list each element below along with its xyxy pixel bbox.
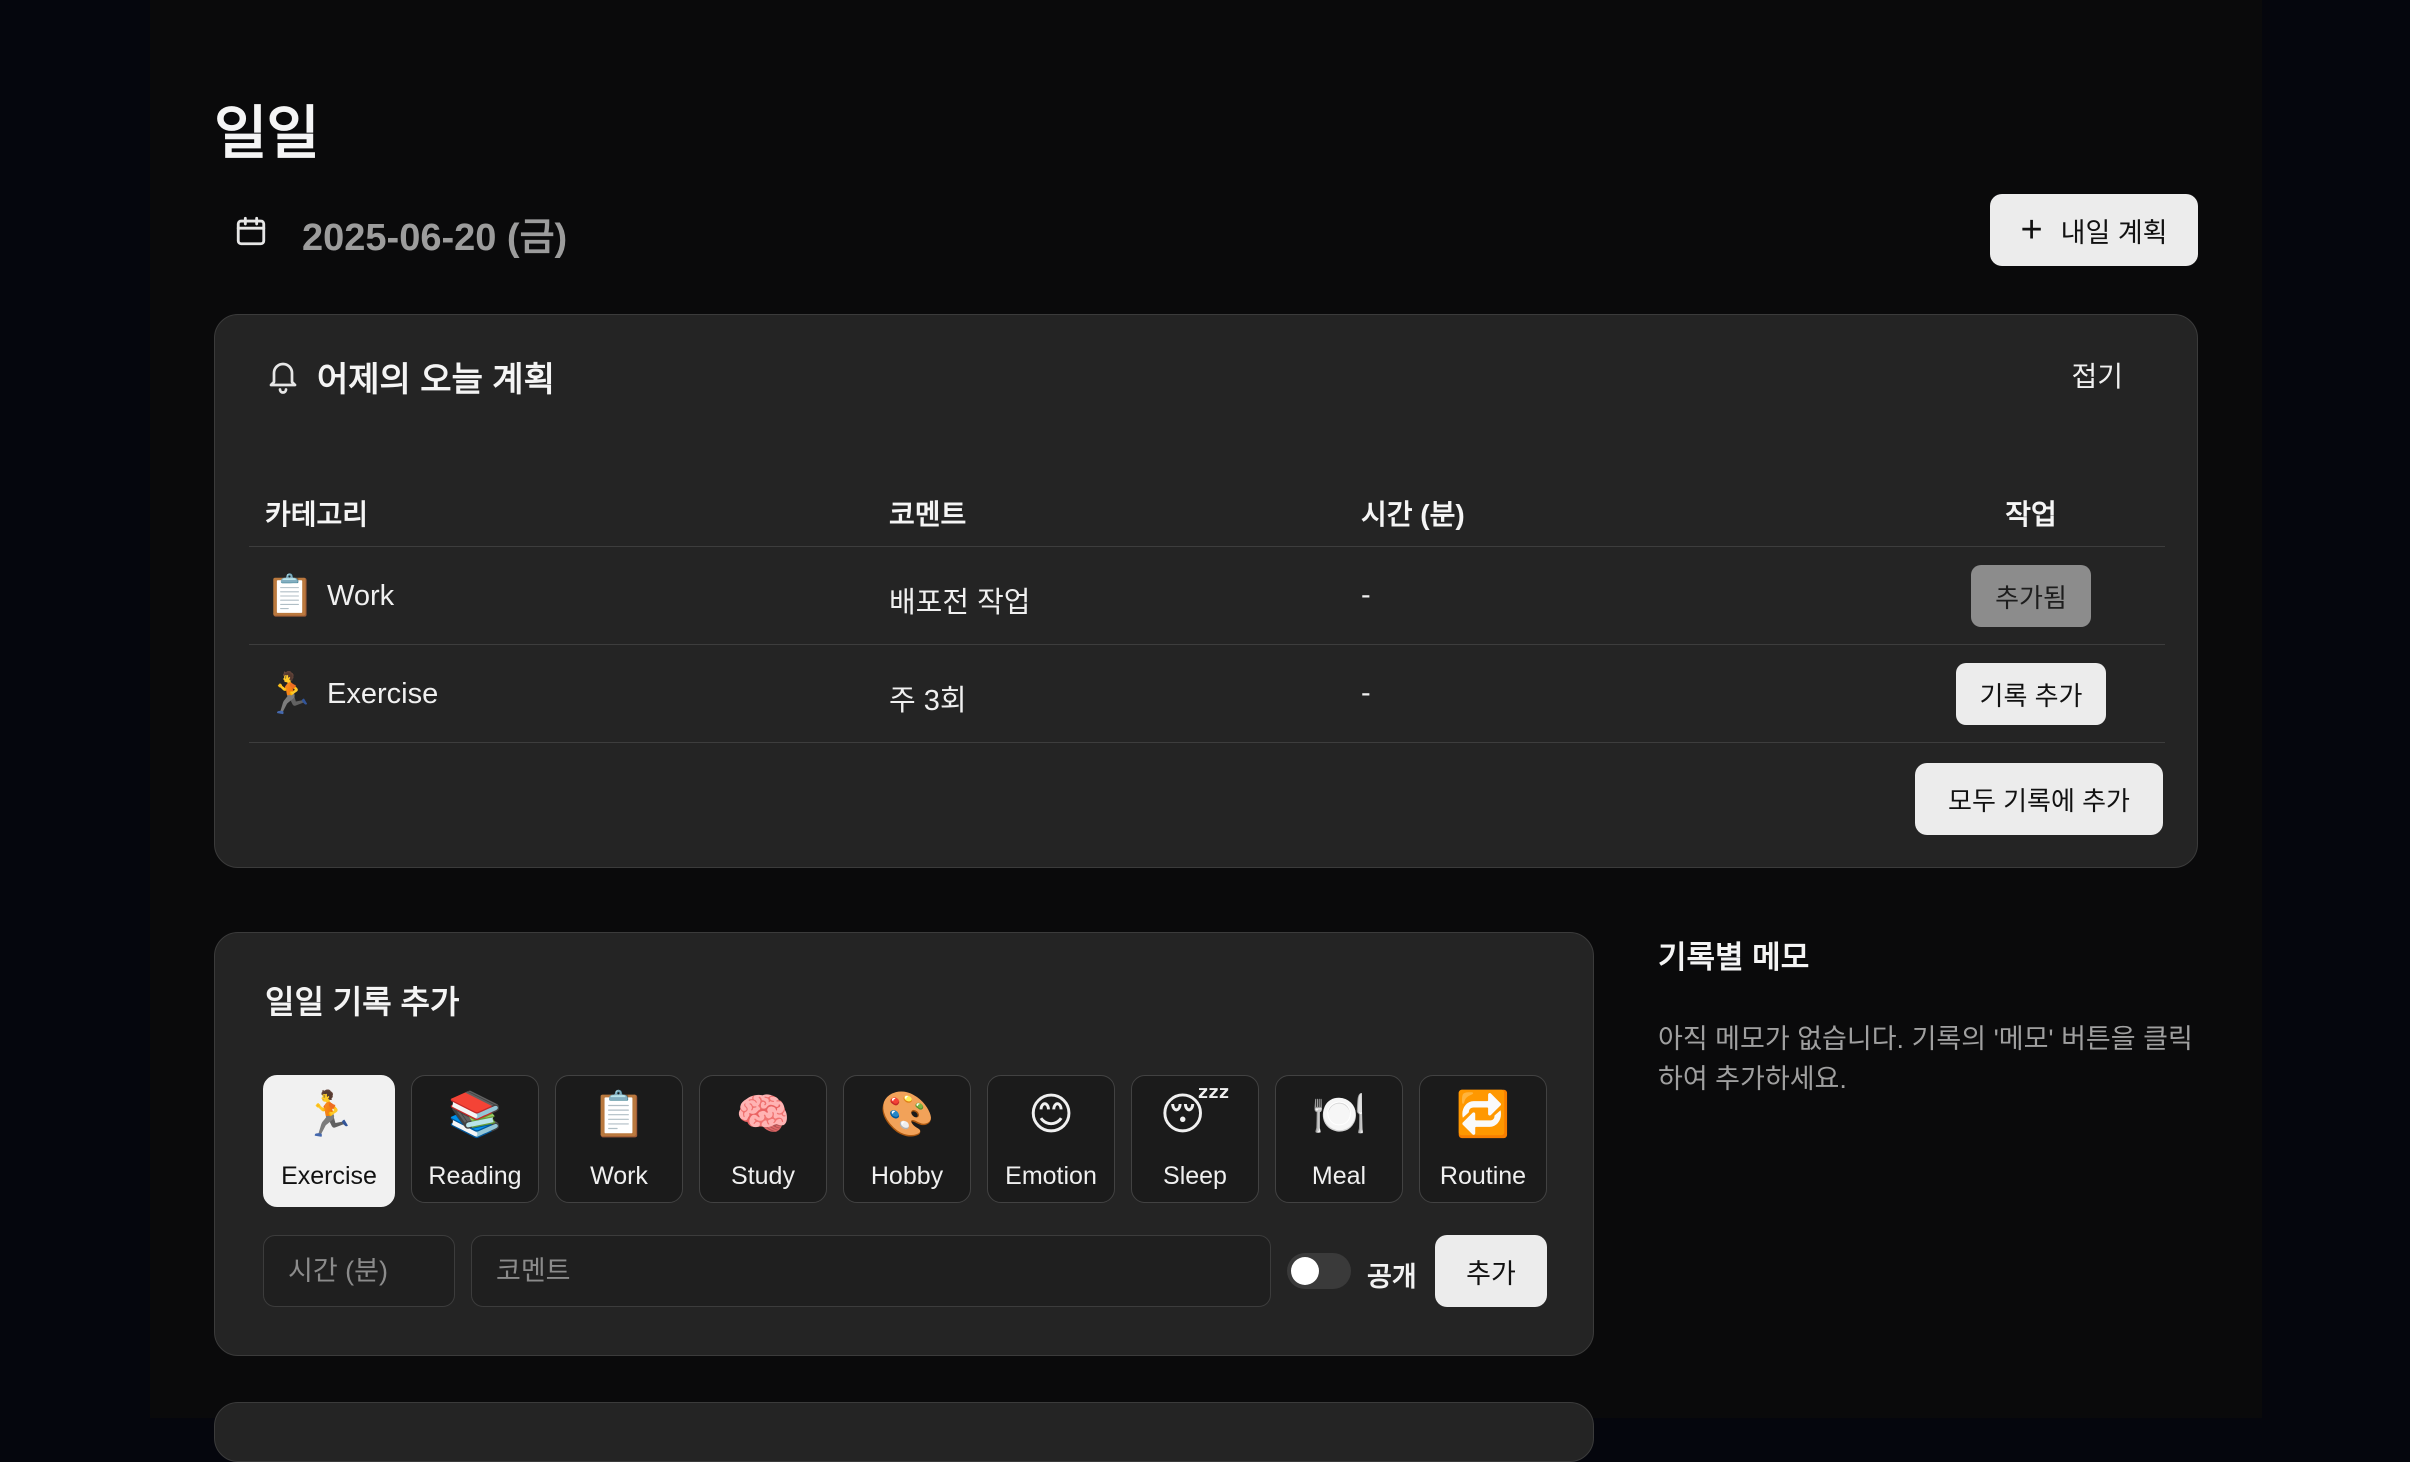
- category-label: Hobby: [870, 1162, 944, 1190]
- category-routine[interactable]: 🔁 Routine: [1419, 1075, 1547, 1203]
- category-label: Routine: [1439, 1162, 1527, 1190]
- plus-icon: +: [2020, 209, 2043, 251]
- column-header-comment: 코멘트: [889, 499, 967, 530]
- toggle-knob: [1291, 1257, 1319, 1285]
- category-cell: 📋 Work: [265, 571, 394, 621]
- action-cell: 추가됨: [1951, 565, 2111, 627]
- tomorrow-plan-button[interactable]: + 내일 계획: [1990, 194, 2198, 266]
- category-emotion[interactable]: 😊 Emotion: [987, 1075, 1115, 1203]
- app-page: 일일 2025-06-20 (금) + 내일 계획 어제의 오늘 계획 접기 카…: [150, 0, 2262, 1462]
- category-reading[interactable]: 📚 Reading: [411, 1075, 539, 1203]
- column-header-time: 시간 (분): [1361, 499, 1465, 530]
- clipboard-icon: 📋: [591, 1090, 647, 1139]
- memo-title: 기록별 메모: [1658, 940, 1810, 975]
- memo-empty-text: 아직 메모가 없습니다. 기록의 '메모' 버튼을 클릭하여 추가하세요.: [1658, 1024, 2193, 1094]
- next-section-card: [214, 1402, 1594, 1462]
- clipboard-icon: 📋: [265, 574, 315, 618]
- smile-icon: 😊: [1028, 1090, 1074, 1139]
- runner-icon: 🏃: [301, 1090, 357, 1139]
- comment-cell: 배포전 작업: [889, 587, 1031, 619]
- public-toggle[interactable]: [1287, 1253, 1351, 1289]
- category-label: Work: [590, 1162, 648, 1190]
- time-cell: -: [1361, 579, 1371, 611]
- category-label: Work: [327, 579, 395, 612]
- submit-record-button[interactable]: 추가: [1435, 1235, 1547, 1307]
- category-exercise[interactable]: 🏃 Exercise: [263, 1075, 395, 1207]
- category-study[interactable]: 🧠 Study: [699, 1075, 827, 1203]
- tomorrow-plan-label: 내일 계획: [2060, 217, 2168, 248]
- category-sleep[interactable]: 😴 Sleep: [1131, 1075, 1259, 1203]
- yesterday-plan-card: 어제의 오늘 계획 접기 카테고리 코멘트 시간 (분) 작업 📋 Work 배…: [214, 314, 2198, 868]
- page-title: 일일: [214, 101, 320, 166]
- palette-icon: 🎨: [879, 1090, 935, 1139]
- add-record-button[interactable]: 기록 추가: [1955, 663, 2107, 725]
- category-label: Sleep: [1163, 1162, 1227, 1190]
- comment-cell: 주 3회: [889, 685, 967, 717]
- public-label: 공개: [1367, 1262, 1417, 1292]
- table-row: 🏃 Exercise 주 3회 - 기록 추가: [249, 645, 2165, 743]
- collapse-button[interactable]: 접기: [2071, 355, 2123, 395]
- add-record-title: 일일 기록 추가: [265, 984, 460, 1020]
- category-hobby[interactable]: 🎨 Hobby: [843, 1075, 971, 1203]
- sleep-icon: 😴: [1159, 1090, 1231, 1139]
- category-selector: 🏃 Exercise 📚 Reading 📋 Work 🧠 Study 🎨 Ho…: [263, 1075, 1547, 1207]
- runner-icon: 🏃: [265, 672, 315, 716]
- category-cell: 🏃 Exercise: [265, 669, 438, 719]
- brain-icon: 🧠: [735, 1090, 791, 1139]
- time-cell: -: [1361, 677, 1371, 709]
- calendar-icon: [236, 216, 266, 246]
- current-date: 2025-06-20 (금): [302, 217, 568, 259]
- category-label: Meal: [1311, 1162, 1367, 1190]
- category-label: Exercise: [281, 1162, 377, 1190]
- add-all-button[interactable]: 모두 기록에 추가: [1915, 763, 2163, 835]
- column-header-action: 작업: [2005, 499, 2057, 530]
- category-work[interactable]: 📋 Work: [555, 1075, 683, 1203]
- action-cell: 기록 추가: [1951, 663, 2111, 725]
- add-record-card: 일일 기록 추가 🏃 Exercise 📚 Reading 📋 Work 🧠 S…: [214, 932, 1594, 1356]
- added-button[interactable]: 추가됨: [1971, 565, 2091, 627]
- plate-icon: 🍽️: [1311, 1090, 1367, 1139]
- category-label: Reading: [428, 1162, 522, 1190]
- column-header-category: 카테고리: [265, 499, 369, 530]
- table-row: 📋 Work 배포전 작업 - 추가됨: [249, 547, 2165, 645]
- plan-table: 카테고리 코멘트 시간 (분) 작업 📋 Work 배포전 작업 - 추가됨 🏃…: [249, 463, 2165, 743]
- record-input-row: 공개 추가: [263, 1235, 1547, 1307]
- category-label: Emotion: [1005, 1162, 1097, 1190]
- date-row: 2025-06-20 (금) + 내일 계획: [214, 192, 2198, 270]
- books-icon: 📚: [447, 1090, 503, 1139]
- category-label: Study: [731, 1162, 795, 1190]
- memo-panel: 기록별 메모 아직 메모가 없습니다. 기록의 '메모' 버튼을 클릭하여 추가…: [1658, 932, 2198, 1099]
- category-meal[interactable]: 🍽️ Meal: [1275, 1075, 1403, 1203]
- time-input[interactable]: [263, 1235, 455, 1307]
- bell-icon: [269, 362, 297, 394]
- category-label: Exercise: [327, 677, 439, 710]
- comment-input[interactable]: [471, 1235, 1271, 1307]
- table-header: 카테고리 코멘트 시간 (분) 작업: [249, 463, 2165, 547]
- plan-title: 어제의 오늘 계획: [317, 360, 555, 399]
- plan-header: 어제의 오늘 계획: [265, 351, 555, 401]
- repeat-icon: 🔁: [1455, 1090, 1511, 1139]
